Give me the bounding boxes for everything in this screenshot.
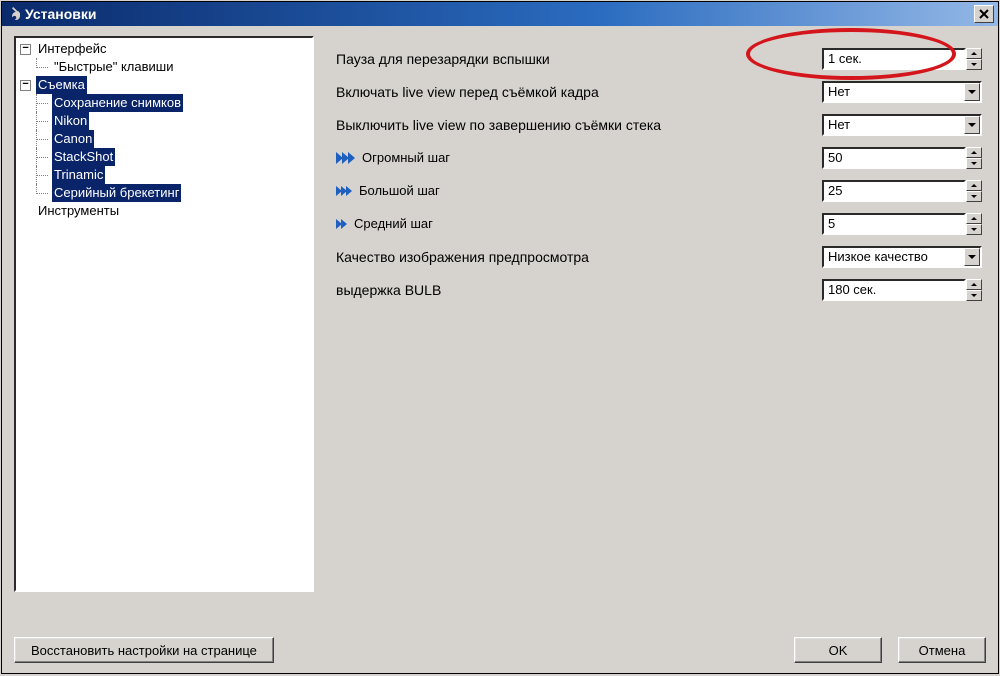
cancel-button[interactable]: Отмена	[898, 637, 986, 663]
spin-down-icon[interactable]	[966, 290, 982, 301]
ok-button[interactable]: OK	[794, 637, 882, 663]
wrench-icon	[6, 7, 20, 21]
tree-line-icon	[36, 94, 50, 112]
tree-line-icon	[36, 112, 50, 130]
tree-item-tools[interactable]: Инструменты	[20, 202, 310, 220]
spin-up-icon[interactable]	[966, 48, 982, 59]
tree-spacer	[20, 206, 31, 217]
restore-defaults-button[interactable]: Восстановить настройки на странице	[14, 637, 274, 663]
main-area: − Интерфейс "Быстрые" клавиши	[14, 36, 986, 631]
tree-line-icon	[36, 130, 50, 148]
tree-item-nikon[interactable]: Nikon	[36, 112, 310, 130]
huge-step-spinner[interactable]: 50	[822, 147, 982, 169]
medium-step-spinner[interactable]: 5	[822, 213, 982, 235]
tree-item-capture[interactable]: − Съемка	[20, 76, 310, 94]
tree-line-icon	[36, 148, 50, 166]
settings-panel: Пауза для перезарядки вспышки 1 сек. Вкл…	[324, 36, 986, 631]
window-title: Установки	[25, 6, 974, 22]
tree-line-icon	[36, 58, 50, 76]
tree-item-canon[interactable]: Canon	[36, 130, 310, 148]
spin-up-icon[interactable]	[966, 279, 982, 290]
spin-down-icon[interactable]	[966, 59, 982, 70]
collapse-icon[interactable]: −	[20, 44, 31, 55]
spin-up-icon[interactable]	[966, 147, 982, 158]
spin-down-icon[interactable]	[966, 191, 982, 202]
spin-down-icon[interactable]	[966, 224, 982, 235]
dialog-footer: Восстановить настройки на странице OK От…	[14, 631, 986, 663]
medium-step-label: Средний шаг	[354, 216, 433, 231]
tree-item-trinamic[interactable]: Trinamic	[36, 166, 310, 184]
tree-item-save-images[interactable]: Сохранение снимков	[36, 94, 310, 112]
spin-up-icon[interactable]	[966, 180, 982, 191]
flash-pause-spinner[interactable]: 1 сек.	[822, 48, 982, 70]
big-step-label: Большой шаг	[359, 183, 440, 198]
tree-line-icon	[36, 184, 50, 202]
huge-step-label: Огромный шаг	[362, 150, 450, 165]
tree-item-serial-bracket[interactable]: Серийный брекетинг	[36, 184, 310, 202]
tree-item-interface[interactable]: − Интерфейс	[20, 40, 310, 58]
bulb-label: выдержка BULB	[336, 282, 822, 298]
collapse-icon[interactable]: −	[20, 80, 31, 91]
disable-liveview-label: Выключить live view по завершению съёмки…	[336, 117, 822, 133]
spin-up-icon[interactable]	[966, 213, 982, 224]
dialog-body: − Интерфейс "Быстрые" клавиши	[2, 26, 998, 673]
close-button[interactable]	[974, 5, 994, 23]
enable-liveview-label: Включать live view перед съёмкой кадра	[336, 84, 822, 100]
settings-window: Установки − Интерфейс	[1, 1, 999, 674]
medium-step-icon	[336, 219, 346, 229]
preview-quality-label: Качество изображения предпросмотра	[336, 249, 822, 265]
spin-down-icon[interactable]	[966, 158, 982, 169]
dropdown-icon[interactable]	[964, 248, 980, 266]
tree-panel[interactable]: − Интерфейс "Быстрые" клавиши	[14, 36, 314, 592]
tree-item-stackshot[interactable]: StackShot	[36, 148, 310, 166]
big-step-icon	[336, 186, 351, 196]
preview-quality-select[interactable]: Низкое качество	[822, 246, 982, 268]
big-step-spinner[interactable]: 25	[822, 180, 982, 202]
disable-liveview-select[interactable]: Нет	[822, 114, 982, 136]
dropdown-icon[interactable]	[964, 83, 980, 101]
huge-step-icon	[336, 152, 354, 164]
bulb-spinner[interactable]: 180 сек.	[822, 279, 982, 301]
dropdown-icon[interactable]	[964, 116, 980, 134]
flash-pause-label: Пауза для перезарядки вспышки	[336, 51, 822, 67]
enable-liveview-select[interactable]: Нет	[822, 81, 982, 103]
tree-item-hotkeys[interactable]: "Быстрые" клавиши	[36, 58, 310, 76]
titlebar: Установки	[2, 2, 998, 26]
tree-line-icon	[36, 166, 50, 184]
